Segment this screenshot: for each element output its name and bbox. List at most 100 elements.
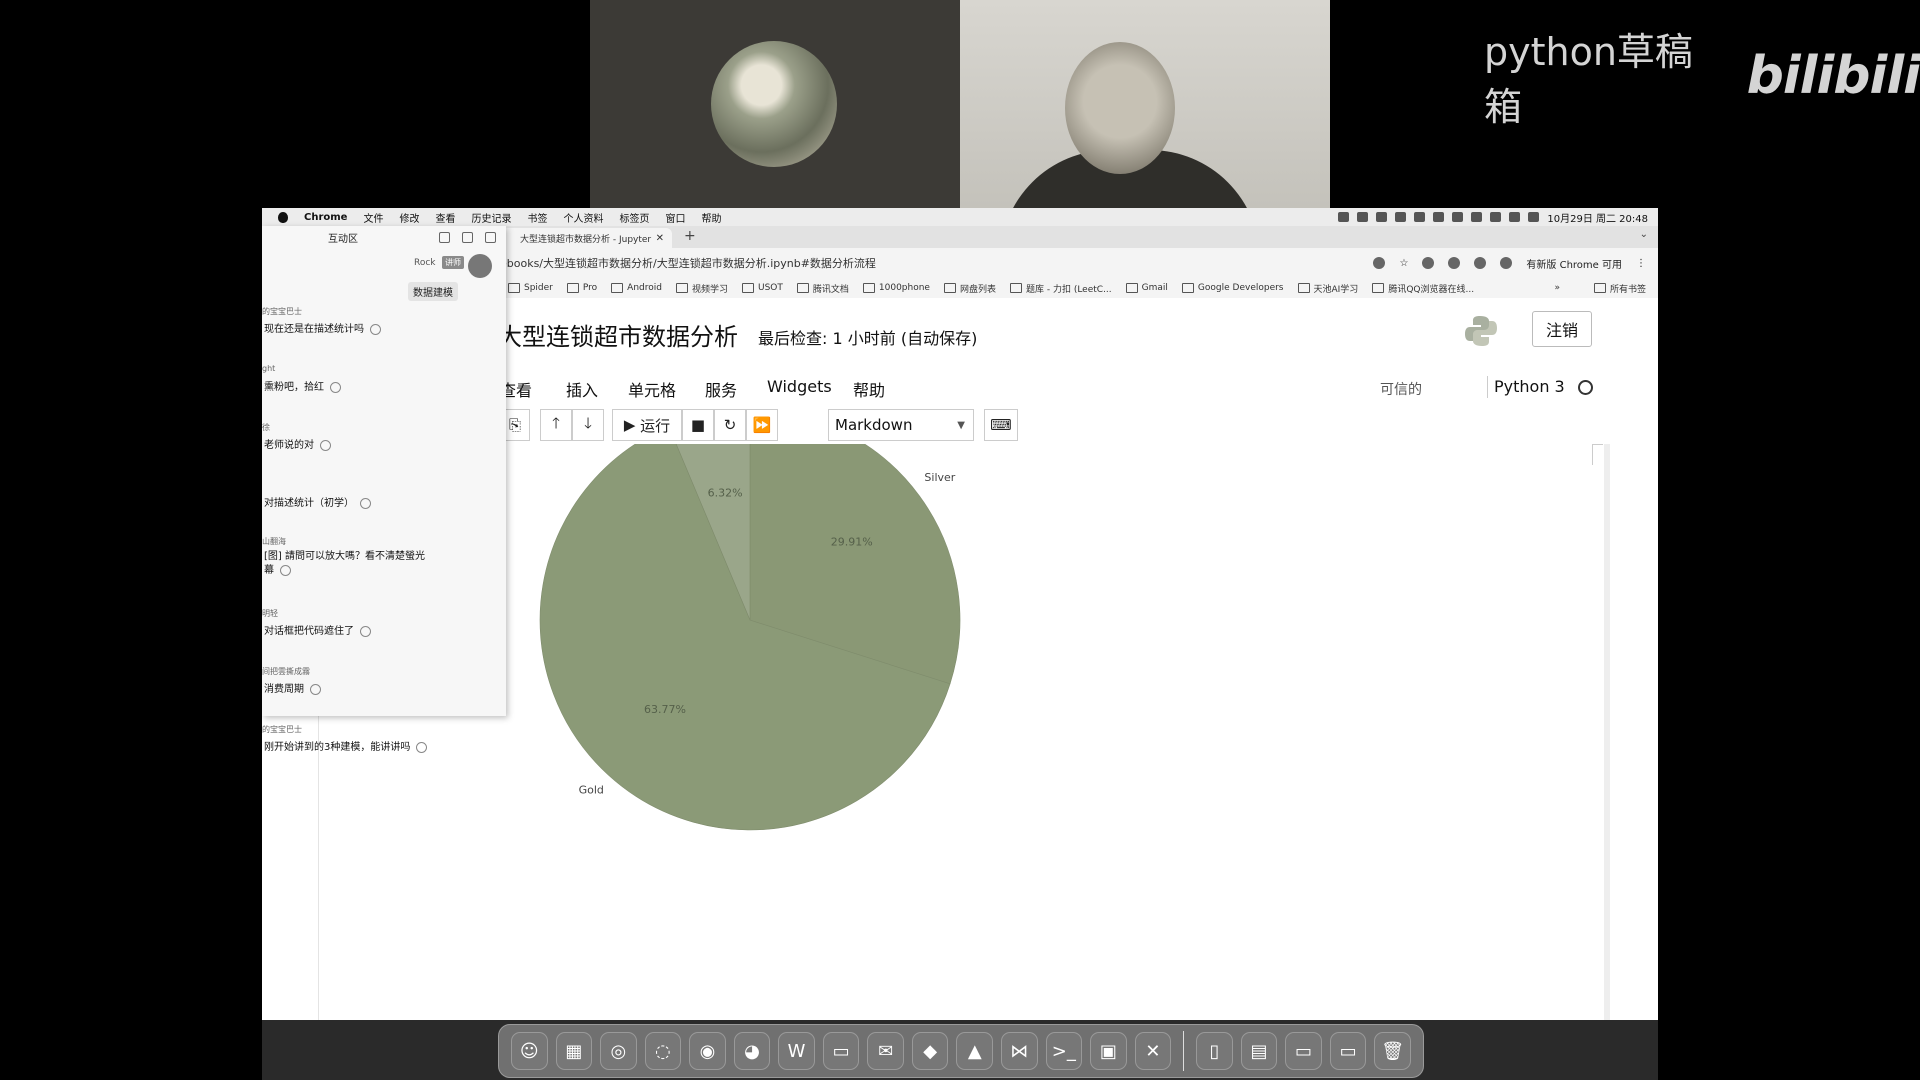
menu-widgets[interactable]: Widgets [767, 377, 832, 396]
like-icon[interactable] [360, 625, 371, 637]
pin-icon[interactable] [462, 231, 473, 243]
menubar-item[interactable]: 窗口 [665, 210, 685, 225]
extension-icon[interactable] [1474, 257, 1487, 269]
menubar-item[interactable]: 查看 [435, 210, 455, 225]
bookmark-star-icon[interactable]: ☆ [1399, 258, 1408, 269]
xcode-icon[interactable]: ✕ [1134, 1032, 1172, 1070]
menubar-item[interactable]: 帮助 [701, 210, 721, 225]
screen-share-icon[interactable] [1338, 212, 1350, 222]
notebook-title[interactable]: 大型连锁超市数据分析 [498, 317, 738, 352]
bookmark-item[interactable]: Pro [566, 283, 597, 293]
bookmark-item[interactable]: 网盘列表 [943, 282, 996, 295]
bookmark-item[interactable]: Android [611, 283, 662, 293]
browser-tab[interactable]: 大型连锁超市数据分析 - Jupyter ✕ [502, 228, 672, 248]
command-palette-button[interactable]: ⌨ [984, 409, 1018, 441]
bookmark-item[interactable]: 腾讯QQ浏览器在线... [1372, 282, 1474, 295]
bookmark-item[interactable]: 题库 - 力扣 (LeetC... [1009, 282, 1112, 295]
menu-insert[interactable]: 插入 [566, 377, 598, 401]
restart-run-all-button[interactable]: ⏩ [746, 409, 778, 441]
like-icon[interactable] [330, 381, 341, 393]
menu-cell[interactable]: 单元格 [628, 377, 676, 401]
menubar-item[interactable]: 修改 [399, 210, 419, 225]
app-icon[interactable]: ◆ [911, 1032, 949, 1070]
bluetooth-icon[interactable] [1452, 212, 1464, 222]
menubar-item[interactable]: 文件 [363, 210, 383, 225]
bookmarks-overflow-icon[interactable]: » [1554, 283, 1560, 293]
chrome-icon[interactable]: ◎ [600, 1032, 637, 1070]
bookmark-item[interactable]: 天池AI学习 [1297, 282, 1358, 295]
move-up-button[interactable]: 🡑 [540, 409, 572, 441]
control-center-icon[interactable] [1528, 212, 1540, 222]
wechat-icon[interactable]: ◉ [689, 1032, 726, 1070]
network-stats-icon[interactable] [1376, 212, 1388, 222]
address-bar[interactable]: ebooks/大型连锁超市数据分析/大型连锁超市数据分析.ipynb#数据分析流… [494, 248, 1658, 278]
app-status-icon[interactable] [1395, 212, 1407, 222]
terminal-icon[interactable]: >_ [1045, 1032, 1083, 1070]
extension-icon[interactable] [1448, 257, 1461, 269]
menubar-item[interactable]: 历史记录 [471, 210, 511, 225]
search-status-icon[interactable] [1414, 212, 1426, 222]
app-icon[interactable]: ▲ [956, 1032, 994, 1070]
finder-icon[interactable]: ☺ [511, 1032, 548, 1070]
new-tab-icon[interactable]: + [684, 228, 696, 244]
profile-avatar-icon[interactable] [1500, 257, 1513, 269]
spotlight-icon[interactable] [1509, 212, 1521, 222]
bookmark-item[interactable]: Google Developers [1181, 283, 1284, 293]
folder-app-icon[interactable]: ▭ [822, 1032, 860, 1070]
chrome-update-label[interactable]: 有新版 Chrome 可用 [1526, 256, 1622, 271]
tab-search-chevron-icon[interactable]: ⌄ [1640, 229, 1648, 240]
url-text[interactable]: ebooks/大型连锁超市数据分析/大型连锁超市数据分析.ipynb#数据分析流… [500, 255, 876, 271]
cell-type-select[interactable]: Markdown ▼ [828, 409, 974, 441]
menu-kernel[interactable]: 服务 [705, 377, 737, 401]
app-icon[interactable]: ▣ [1090, 1032, 1127, 1070]
bookmark-item[interactable]: 1000phone [862, 283, 930, 293]
menubar-app-name[interactable]: Chrome [304, 212, 347, 223]
all-bookmarks[interactable]: 所有书签 [1593, 282, 1646, 295]
like-icon[interactable] [416, 741, 428, 753]
like-icon[interactable] [280, 564, 291, 576]
battery-icon[interactable] [1471, 212, 1483, 222]
restart-button[interactable]: ↻ [714, 409, 746, 441]
mail-icon[interactable]: ✉ [867, 1032, 904, 1070]
like-icon[interactable] [320, 439, 331, 451]
refresh-icon[interactable] [439, 231, 450, 243]
notebook-scrollbar[interactable] [1604, 444, 1610, 1020]
kebab-menu-icon[interactable]: ⋮ [1636, 258, 1646, 269]
run-button[interactable]: ▶ 运行 [612, 409, 682, 441]
menu-help[interactable]: 帮助 [853, 377, 885, 401]
messages-icon[interactable]: ◌ [644, 1032, 682, 1070]
like-icon[interactable] [370, 323, 381, 335]
launchpad-icon[interactable]: ▦ [555, 1032, 593, 1070]
apple-icon[interactable] [278, 211, 288, 223]
tab-close-icon[interactable]: ✕ [656, 233, 664, 244]
menubar-item[interactable]: 个人资料 [563, 210, 603, 225]
input-method-icon[interactable] [1357, 212, 1369, 222]
bookmark-item[interactable]: 视频学习 [675, 282, 728, 295]
trusted-indicator[interactable]: 可信的 [1380, 379, 1422, 399]
trash-icon[interactable]: 🗑 [1374, 1032, 1411, 1070]
screenshot-icon[interactable]: ▤ [1240, 1032, 1278, 1070]
bookmark-item[interactable]: Gmail [1125, 283, 1168, 293]
interrupt-button[interactable]: ■ [682, 409, 714, 441]
vscode-icon[interactable]: ⋈ [1001, 1032, 1038, 1070]
menubar-clock[interactable]: 10月29日 周二 20:48 [1547, 210, 1648, 225]
menubar-item[interactable]: 书签 [527, 210, 547, 225]
zoom-icon[interactable] [1373, 257, 1386, 269]
wifi-icon[interactable] [1490, 212, 1502, 222]
window-icon[interactable]: ▭ [1285, 1032, 1322, 1070]
popout-icon[interactable] [485, 231, 496, 243]
menubar-item[interactable]: 标签页 [619, 210, 649, 225]
document-icon[interactable]: ▯ [1196, 1032, 1233, 1070]
like-icon[interactable] [310, 683, 321, 695]
move-down-button[interactable]: 🡓 [572, 409, 604, 441]
bookmark-item[interactable]: 腾讯文档 [796, 282, 849, 295]
bookmark-item[interactable]: USOT [741, 283, 783, 293]
wps-icon[interactable]: W [778, 1032, 815, 1070]
logout-button[interactable]: 注销 [1532, 311, 1592, 347]
kernel-name[interactable]: Python 3 [1494, 377, 1565, 396]
host-avatar[interactable] [468, 254, 492, 278]
like-icon[interactable] [360, 497, 371, 509]
qq-icon[interactable]: ◕ [733, 1032, 771, 1070]
volume-icon[interactable] [1433, 212, 1445, 222]
extension-icon[interactable] [1422, 257, 1435, 269]
